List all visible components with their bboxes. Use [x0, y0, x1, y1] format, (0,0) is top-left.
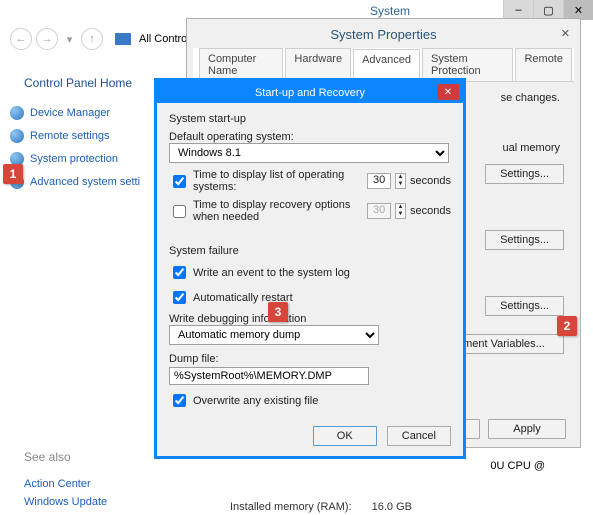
default-os-select[interactable]: Windows 8.1: [169, 143, 449, 163]
startup-dialog-title: Start-up and Recovery ✕: [157, 81, 463, 103]
dump-file-input[interactable]: [169, 367, 369, 385]
installed-memory-row: Installed memory (RAM): 16.0 GB: [230, 501, 412, 513]
seconds-label: seconds: [410, 205, 451, 217]
time-recovery-checkbox[interactable]: [173, 205, 186, 218]
write-event-checkbox[interactable]: [173, 266, 186, 279]
see-also-links: Action Center Windows Update: [24, 472, 107, 508]
system-failure-heading: System failure: [169, 245, 451, 257]
settings-button-3[interactable]: Settings...: [485, 296, 564, 316]
sysprop-title: System Properties: [187, 19, 580, 48]
back-button[interactable]: ←: [10, 28, 32, 50]
windows-update-link[interactable]: Windows Update: [24, 496, 107, 508]
callout-2: 2: [557, 316, 577, 336]
write-event-label: Write an event to the system log: [193, 267, 350, 279]
forward-button[interactable]: →: [36, 28, 58, 50]
sysprop-apply-button[interactable]: Apply: [488, 419, 566, 439]
see-also-heading: See also: [24, 450, 71, 464]
installed-memory-value: 16.0 GB: [372, 501, 412, 513]
tab-computer-name[interactable]: Computer Name: [199, 48, 283, 81]
control-panel-home-link[interactable]: Control Panel Home: [24, 76, 132, 90]
maximize-button[interactable]: ▢: [533, 0, 563, 20]
time-list-label: Time to display list of operating system…: [193, 169, 363, 193]
minimize-button[interactable]: –: [503, 0, 533, 20]
address-icon: [115, 33, 131, 45]
startup-and-recovery-dialog: Start-up and Recovery ✕ System start-up …: [154, 78, 466, 459]
cpu-text: 0U CPU @: [490, 460, 545, 472]
control-panel-links: Device Manager Remote settings System pr…: [10, 106, 140, 198]
shield-icon: [10, 106, 24, 120]
tab-remote[interactable]: Remote: [515, 48, 572, 81]
tab-system-protection[interactable]: System Protection: [422, 48, 513, 81]
device-manager-link[interactable]: Device Manager: [30, 107, 110, 119]
write-debug-label: Write debugging information: [169, 313, 451, 325]
default-os-label: Default operating system:: [169, 131, 451, 143]
time-list-value[interactable]: 30: [367, 173, 391, 189]
debug-info-select[interactable]: Automatic memory dump: [169, 325, 379, 345]
action-center-link[interactable]: Action Center: [24, 478, 107, 490]
time-list-checkbox[interactable]: [173, 175, 186, 188]
settings-button-2[interactable]: Settings...: [485, 230, 564, 250]
installed-memory-label: Installed memory (RAM):: [230, 501, 352, 513]
system-window-controls: – ▢ ✕: [503, 0, 593, 20]
overwrite-checkbox[interactable]: [173, 394, 186, 407]
sysprop-tabs: Computer Name Hardware Advanced System P…: [193, 48, 574, 82]
startup-close-button[interactable]: ✕: [437, 84, 459, 100]
breadcrumb[interactable]: All Contro: [139, 33, 187, 45]
callout-1: 1: [3, 164, 23, 184]
seconds-label: seconds: [410, 175, 451, 187]
history-dropdown-icon[interactable]: ▾: [62, 33, 77, 46]
dump-file-label: Dump file:: [169, 353, 451, 365]
spinner-icon: ▲▼: [395, 203, 406, 219]
system-startup-heading: System start-up: [169, 113, 451, 125]
settings-button-1[interactable]: Settings...: [485, 164, 564, 184]
nav-row: ← → ▾ ↑ All Contro: [10, 28, 187, 50]
time-recovery-value: 30: [367, 203, 391, 219]
startup-ok-button[interactable]: OK: [313, 426, 377, 446]
close-icon[interactable]: ✕: [561, 27, 570, 40]
auto-restart-checkbox[interactable]: [173, 291, 186, 304]
callout-3: 3: [268, 302, 288, 322]
remote-settings-link[interactable]: Remote settings: [30, 130, 109, 142]
startup-cancel-button[interactable]: Cancel: [387, 426, 451, 446]
time-recovery-label: Time to display recovery options when ne…: [193, 199, 363, 223]
up-button[interactable]: ↑: [81, 28, 103, 50]
advanced-system-settings-link[interactable]: Advanced system setti: [30, 176, 140, 188]
shield-icon: [10, 129, 24, 143]
spinner-icon[interactable]: ▲▼: [395, 173, 406, 189]
overwrite-label: Overwrite any existing file: [193, 395, 318, 407]
close-button[interactable]: ✕: [563, 0, 593, 20]
tab-hardware[interactable]: Hardware: [285, 48, 351, 81]
system-protection-link[interactable]: System protection: [30, 153, 118, 165]
startup-title-text: Start-up and Recovery: [255, 87, 365, 99]
